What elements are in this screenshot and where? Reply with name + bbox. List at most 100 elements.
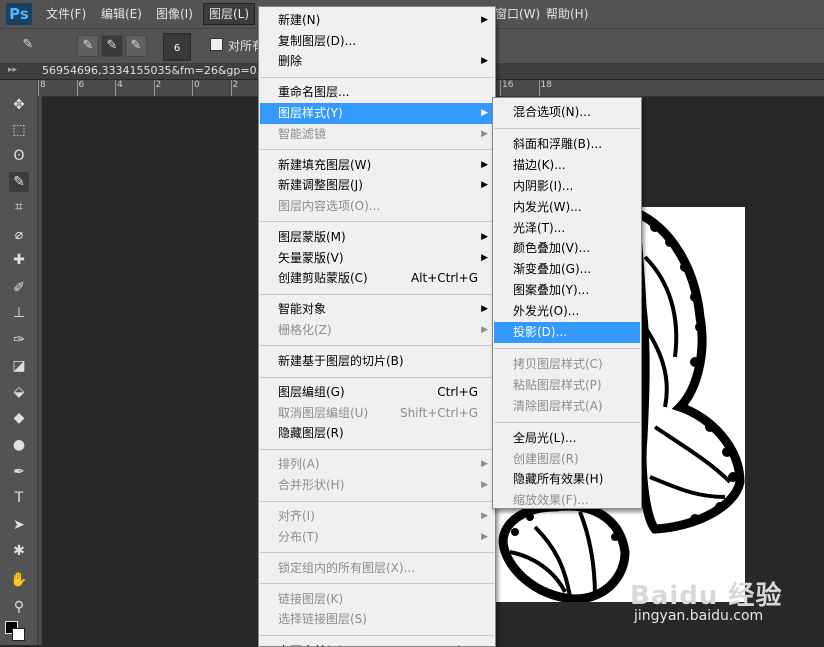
ruler-tick [500, 80, 501, 96]
layer-menu-item[interactable]: 重命名图层... [260, 82, 494, 103]
layer-menu-item[interactable]: 向下合并(E)Ctrl+E [260, 641, 494, 647]
layer-style-item[interactable]: 投影(D)... [494, 322, 640, 343]
menu-item-label: 隐藏所有效果(H) [513, 472, 603, 486]
subtract-selection-icon[interactable]: ✎ [125, 35, 147, 57]
brush-size-picker[interactable]: 6 [163, 33, 191, 61]
layer-style-item[interactable]: 图案叠加(Y)... [494, 280, 640, 301]
menu-4[interactable]: 窗口(W) [495, 5, 540, 22]
menu-item-label: 取消图层编组(U) [278, 406, 368, 420]
menu-3[interactable]: 图层(L) [203, 3, 255, 25]
menu-separator [260, 583, 494, 584]
menu-separator [494, 348, 640, 349]
layer-style-item[interactable]: 内发光(W)... [494, 197, 640, 218]
layer-menu-item[interactable]: 复制图层(D)... [260, 31, 494, 52]
menu-2[interactable]: 图像(I) [156, 5, 193, 22]
menu-item-label: 创建图层(R) [513, 452, 579, 466]
menu-item-label: 图层编组(G) [278, 385, 345, 399]
tool-icon-14[interactable]: ✒ [9, 462, 29, 482]
layer-style-item[interactable]: 隐藏所有效果(H) [494, 469, 640, 490]
collapse-panels-icon[interactable]: ▸▸ [8, 65, 17, 75]
tool-icon-11[interactable]: ⬙ [9, 382, 29, 402]
submenu-arrow-icon: ▶ [481, 320, 488, 341]
layer-menu-item[interactable]: 图层编组(G)Ctrl+G [260, 382, 494, 403]
ruler-tick [192, 80, 193, 96]
tool-icon-13[interactable]: ● [9, 435, 29, 455]
layer-style-item[interactable]: 内阴影(I)... [494, 176, 640, 197]
layer-style-item[interactable]: 描边(K)... [494, 155, 640, 176]
ruler-tick [77, 80, 78, 96]
menu-item-label: 栅格化(Z) [278, 323, 332, 337]
tool-icon-9[interactable]: ✑ [9, 330, 29, 350]
menu-1[interactable]: 编辑(E) [101, 5, 142, 22]
layer-style-item[interactable]: 光泽(T)... [494, 218, 640, 239]
ruler-tick-label: 18 [541, 80, 552, 90]
baidu-watermark: Baidu 经验 [630, 575, 782, 612]
tool-icon-0[interactable]: ✥ [9, 95, 29, 115]
menu-item-shortcut: Ctrl+E [439, 641, 478, 647]
layer-menu-item[interactable]: 新建(N)▶ [260, 10, 494, 31]
layer-style-item: 粘贴图层样式(P) [494, 375, 640, 396]
layer-menu-item[interactable]: 矢量蒙版(V)▶ [260, 248, 494, 269]
layer-menu-item: 锁定组内的所有图层(X)... [260, 558, 494, 579]
menu-item-label: 智能滤镜 [278, 127, 326, 141]
layer-menu-item: 对齐(I)▶ [260, 506, 494, 527]
layer-menu-item[interactable]: 新建填充图层(W)▶ [260, 155, 494, 176]
tool-icon-10[interactable]: ◪ [9, 356, 29, 376]
submenu-arrow-icon: ▶ [481, 454, 488, 475]
menu-5[interactable]: 帮助(H) [546, 5, 588, 22]
tool-icon-2[interactable]: ʘ [9, 146, 29, 166]
layer-menu-item[interactable]: 图层蒙版(M)▶ [260, 227, 494, 248]
add-to-selection-icon[interactable]: ✎ [101, 35, 123, 57]
tool-icon-19[interactable]: ⚲ [9, 597, 29, 617]
ruler-tick [154, 80, 155, 96]
layer-menu-item[interactable]: 隐藏图层(R) [260, 423, 494, 444]
layer-menu-item[interactable]: 删除▶ [260, 51, 494, 72]
sample-all-layers-checkbox[interactable] [210, 38, 223, 51]
tool-icon-15[interactable]: T [9, 488, 29, 508]
tool-icon-18[interactable]: ✋ [9, 570, 29, 590]
ruler-tick [539, 80, 540, 96]
tool-preset-icon[interactable]: ✎ [18, 35, 38, 55]
submenu-arrow-icon: ▶ [481, 506, 488, 527]
layer-style-item[interactable]: 外发光(O)... [494, 301, 640, 322]
menu-item-label: 缩放效果(F)... [513, 493, 589, 507]
menu-item-label: 新建基于图层的切片(B) [278, 354, 404, 368]
layer-style-item[interactable]: 斜面和浮雕(B)... [494, 134, 640, 155]
layer-menu-item[interactable]: 智能对象▶ [260, 299, 494, 320]
menu-0[interactable]: 文件(F) [46, 5, 86, 22]
layer-style-item[interactable]: 混合选项(N)... [494, 102, 640, 123]
menu-separator [494, 422, 640, 423]
tool-icon-4[interactable]: ⌗ [9, 197, 29, 217]
menu-item-label: 新建填充图层(W) [278, 158, 371, 172]
layer-menu-item[interactable]: 新建调整图层(J)▶ [260, 175, 494, 196]
menu-item-label: 内发光(W)... [513, 200, 582, 214]
layer-menu-item: 图层内容选项(O)... [260, 196, 494, 217]
layer-menu: 新建(N)▶复制图层(D)...删除▶ 重命名图层...图层样式(Y)▶ 智能滤镜 ▶… [258, 6, 496, 647]
background-color-swatch[interactable] [12, 628, 25, 641]
layer-style-item[interactable]: 颜色叠加(V)... [494, 238, 640, 259]
layer-style-item[interactable]: 全局光(L)... [494, 428, 640, 449]
layer-style-item[interactable]: 渐变叠加(G)... [494, 259, 640, 280]
ruler-tick-label: 2 [156, 80, 162, 90]
document-tab-title[interactable]: 56954696,3334155035&fm=26&gp=0. [42, 64, 260, 77]
menu-item-label: 锁定组内的所有图层(X)... [278, 561, 415, 575]
menu-item-label: 斜面和浮雕(B)... [513, 137, 602, 151]
tool-icon-5[interactable]: ⌀ [9, 225, 29, 245]
tool-icon-3[interactable]: ✎ [9, 172, 29, 192]
new-selection-icon[interactable]: ✎ [77, 35, 99, 57]
tool-icon-8[interactable]: ⊥ [9, 303, 29, 323]
tool-icon-12[interactable]: ◆ [9, 408, 29, 428]
menu-item-label: 合并形状(H) [278, 478, 344, 492]
layer-menu-item[interactable]: 新建基于图层的切片(B) [260, 351, 494, 372]
layer-menu-item[interactable]: 图层样式(Y)▶ [260, 103, 494, 124]
layer-style-submenu: 混合选项(N)... 斜面和浮雕(B)... 描边(K)...内阴影(I)... 内发… [492, 97, 642, 509]
tool-icon-17[interactable]: ✱ [9, 541, 29, 561]
ruler-tick-label: 0 [194, 80, 200, 90]
ruler-tick-label: 4 [117, 80, 123, 90]
menu-item-label: 投影(D)... [513, 325, 567, 339]
tool-icon-6[interactable]: ✚ [9, 250, 29, 270]
tool-icon-16[interactable]: ➤ [9, 515, 29, 535]
layer-menu-item[interactable]: 创建剪贴蒙版(C)Alt+Ctrl+G [260, 268, 494, 289]
tool-icon-1[interactable]: ⬚ [9, 120, 29, 140]
tool-icon-7[interactable]: ✐ [9, 278, 29, 298]
